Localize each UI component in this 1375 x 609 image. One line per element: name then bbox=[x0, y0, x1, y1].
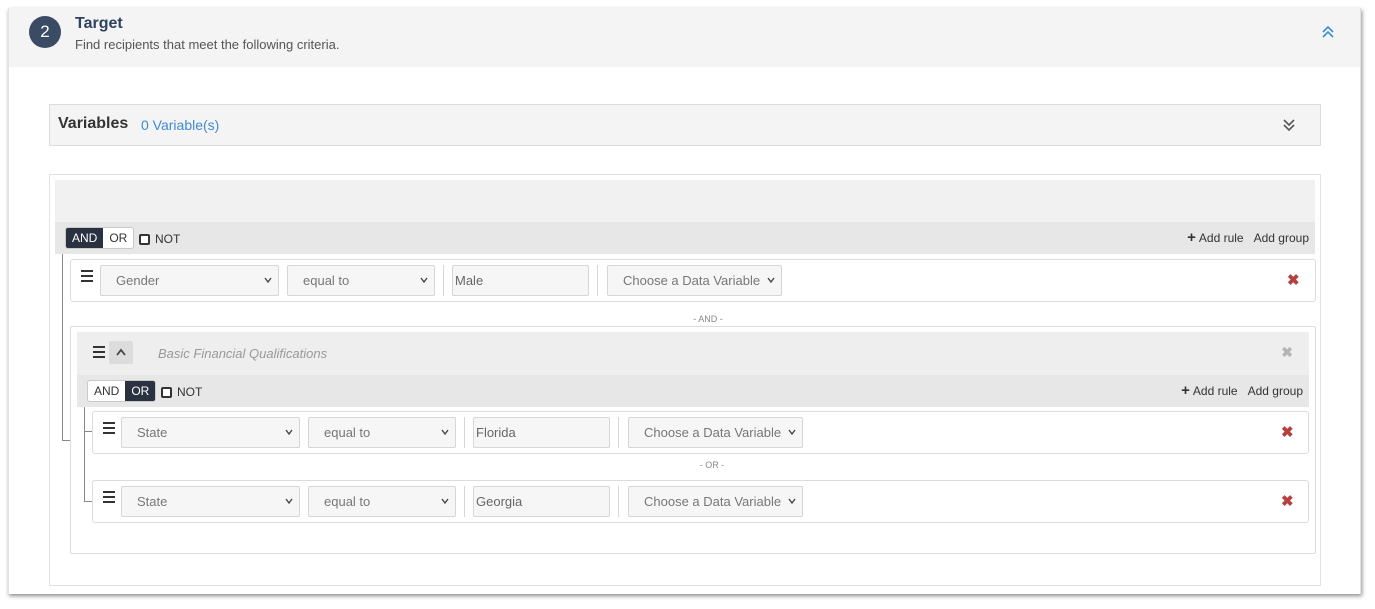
rule-field-value: State bbox=[137, 494, 168, 509]
tree-connector bbox=[62, 440, 70, 441]
root-not-toggle[interactable]: NOT bbox=[139, 232, 180, 246]
sub-add-rule-label: Add rule bbox=[1192, 384, 1238, 398]
rule-field-value: Gender bbox=[116, 273, 160, 288]
sub-or-button[interactable]: OR bbox=[125, 381, 156, 401]
chevron-down-icon bbox=[767, 277, 775, 284]
step-number-badge: 2 bbox=[29, 16, 61, 48]
data-variable-select[interactable]: Choose a Data Variable bbox=[628, 486, 803, 517]
chevron-down-icon bbox=[441, 498, 449, 505]
chevron-down-icon bbox=[285, 429, 293, 436]
rule-operator-select[interactable]: equal to bbox=[308, 486, 456, 517]
sub-and-button[interactable]: AND bbox=[88, 381, 125, 401]
chevron-up-icon bbox=[116, 348, 126, 356]
chevron-down-icon bbox=[788, 429, 796, 436]
chevron-double-down-icon[interactable] bbox=[1282, 118, 1296, 132]
chevron-down-icon bbox=[420, 277, 428, 284]
divider bbox=[464, 486, 465, 517]
tree-connector bbox=[84, 431, 92, 432]
root-group-bar: AND OR NOT + Add rule Add group bbox=[55, 222, 1315, 254]
divider bbox=[618, 417, 619, 448]
root-or-button[interactable]: OR bbox=[103, 228, 133, 248]
root-add-rule-label: Add rule bbox=[1198, 231, 1244, 245]
divider bbox=[597, 265, 598, 296]
variables-panel[interactable]: Variables 0 Variable(s) bbox=[49, 104, 1321, 146]
rule-operator-select[interactable]: equal to bbox=[308, 417, 456, 448]
chevron-down-icon bbox=[264, 277, 272, 284]
sub-add-rule-button[interactable]: + Add rule bbox=[1181, 382, 1238, 399]
root-add-group-button[interactable]: Add group bbox=[1254, 231, 1309, 245]
rule-row-state-florida: State equal to Florida Choose a Data Var… bbox=[92, 411, 1309, 454]
sub-group-bar: AND OR NOT + Add rule Add group bbox=[77, 375, 1309, 407]
group-name[interactable]: Basic Financial Qualifications bbox=[158, 346, 327, 361]
rule-operator-value: equal to bbox=[324, 494, 371, 509]
sub-not-label: NOT bbox=[177, 385, 203, 399]
delete-group-icon[interactable]: ✖ bbox=[1281, 344, 1293, 361]
step-title: Target bbox=[75, 15, 123, 32]
divider bbox=[618, 486, 619, 517]
divider bbox=[464, 417, 465, 448]
root-condition-toggle: AND OR bbox=[65, 227, 135, 249]
chevron-double-up-icon[interactable] bbox=[1321, 25, 1335, 39]
tree-connector bbox=[84, 501, 92, 502]
step-subtitle: Find recipients that meet the following … bbox=[75, 37, 340, 52]
variables-title: Variables bbox=[58, 115, 129, 132]
target-step-card: 2 Target Find recipients that meet the f… bbox=[8, 8, 1361, 594]
drag-handle-icon[interactable] bbox=[103, 422, 115, 434]
plus-icon: + bbox=[1181, 382, 1190, 399]
rule-field-select[interactable]: State bbox=[121, 486, 300, 517]
chevron-down-icon bbox=[285, 498, 293, 505]
sub-condition-toggle: AND OR bbox=[87, 380, 157, 402]
plus-icon: + bbox=[1187, 229, 1196, 246]
tree-connector bbox=[84, 407, 85, 502]
rule-operator-value: equal to bbox=[303, 273, 350, 288]
rule-value-input[interactable]: Georgia bbox=[473, 486, 610, 517]
sub-not-toggle[interactable]: NOT bbox=[161, 385, 202, 399]
rule-field-select[interactable]: Gender bbox=[100, 265, 279, 296]
data-variable-value: Choose a Data Variable bbox=[644, 425, 782, 440]
or-conjunction-label: - OR - bbox=[699, 460, 725, 470]
rule-field-value: State bbox=[137, 425, 168, 440]
rule-operator-value: equal to bbox=[324, 425, 371, 440]
delete-rule-icon[interactable]: ✖ bbox=[1287, 271, 1300, 289]
tree-connector bbox=[62, 254, 63, 440]
rule-row-gender: Gender equal to Male Choose a Data Varia… bbox=[70, 259, 1316, 302]
root-and-button[interactable]: AND bbox=[66, 228, 104, 248]
root-not-label: NOT bbox=[155, 232, 181, 246]
chevron-down-icon bbox=[441, 429, 449, 436]
rule-field-select[interactable]: State bbox=[121, 417, 300, 448]
drag-handle-icon[interactable] bbox=[103, 491, 115, 503]
rule-value-input[interactable]: Florida bbox=[473, 417, 610, 448]
group-basic-financial-qualifications: Basic Financial Qualifications ✖ AND OR … bbox=[70, 326, 1316, 554]
sub-add-group-button[interactable]: Add group bbox=[1248, 384, 1303, 398]
root-add-rule-button[interactable]: + Add rule bbox=[1187, 229, 1244, 246]
rule-row-state-georgia: State equal to Georgia Choose a Data Var… bbox=[92, 480, 1309, 523]
checkbox-icon[interactable] bbox=[139, 233, 150, 245]
data-variable-value: Choose a Data Variable bbox=[623, 273, 761, 288]
and-conjunction-label: - AND - bbox=[693, 314, 723, 324]
sub-group-actions: + Add rule Add group bbox=[1181, 382, 1303, 399]
chevron-down-icon bbox=[788, 498, 796, 505]
variables-count-link[interactable]: 0 Variable(s) bbox=[141, 117, 219, 133]
delete-rule-icon[interactable]: ✖ bbox=[1281, 492, 1294, 510]
delete-rule-icon[interactable]: ✖ bbox=[1281, 423, 1294, 441]
divider bbox=[443, 265, 444, 296]
rule-operator-select[interactable]: equal to bbox=[287, 265, 435, 296]
data-variable-value: Choose a Data Variable bbox=[644, 494, 782, 509]
query-builder: AND OR NOT + Add rule Add group Gender e… bbox=[49, 174, 1321, 586]
data-variable-select[interactable]: Choose a Data Variable bbox=[607, 265, 782, 296]
data-variable-select[interactable]: Choose a Data Variable bbox=[628, 417, 803, 448]
group-header: Basic Financial Qualifications ✖ bbox=[77, 332, 1309, 375]
checkbox-icon[interactable] bbox=[161, 386, 172, 398]
drag-handle-icon[interactable] bbox=[93, 346, 105, 358]
root-group-actions: + Add rule Add group bbox=[1187, 229, 1309, 246]
rule-value-input[interactable]: Male bbox=[452, 265, 589, 296]
group-collapse-button[interactable] bbox=[109, 341, 133, 364]
drag-handle-icon[interactable] bbox=[81, 270, 93, 282]
builder-top-area bbox=[55, 180, 1315, 222]
step-header[interactable]: 2 Target Find recipients that meet the f… bbox=[9, 8, 1360, 67]
